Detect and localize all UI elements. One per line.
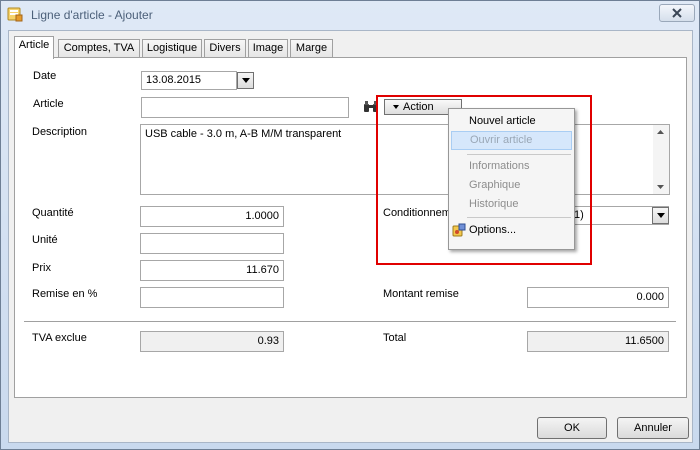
tva-exclue-field: 0.93 — [140, 331, 284, 352]
menu-item-options[interactable]: Options... — [451, 221, 572, 240]
annuler-button[interactable]: Annuler — [617, 417, 689, 439]
title-bar: Ligne d'article - Ajouter — [1, 1, 699, 28]
action-context-menu: Nouvel article Ouvrir article Informatio… — [448, 108, 575, 250]
menu-separator — [467, 217, 571, 218]
menu-item-label: Options... — [469, 224, 517, 236]
quantite-label: Quantité — [32, 207, 74, 219]
menu-item-informations: Informations — [451, 157, 572, 176]
menu-item-nouvel-article[interactable]: Nouvel article — [451, 112, 572, 131]
menu-item-label: Nouvel article — [469, 115, 536, 127]
remise-field[interactable] — [140, 287, 284, 308]
dialog-window: Ligne d'article - Ajouter Article Compte… — [0, 0, 700, 450]
options-icon — [452, 223, 466, 237]
binoculars-search-icon[interactable] — [363, 100, 379, 114]
menu-item-graphique: Graphique — [451, 176, 572, 195]
unite-field[interactable] — [140, 233, 284, 254]
action-button-label: Action — [403, 101, 434, 113]
menu-item-historique: Historique — [451, 195, 572, 214]
tab-comptes-tva[interactable]: Comptes, TVA — [58, 39, 140, 58]
tab-image[interactable]: Image — [248, 39, 288, 58]
total-field: 11.6500 — [527, 331, 669, 352]
conditionnement-dropdown-button[interactable] — [652, 207, 669, 224]
unite-label: Unité — [32, 234, 58, 246]
chevron-down-icon — [656, 213, 665, 218]
description-label: Description — [32, 126, 88, 138]
ok-button[interactable]: OK — [537, 417, 607, 439]
dropdown-arrow-icon — [393, 105, 399, 109]
article-label: Article — [33, 98, 64, 110]
date-label: Date — [33, 70, 57, 82]
total-label: Total — [383, 332, 407, 344]
description-scrollbar[interactable] — [653, 125, 669, 194]
menu-item-label: Ouvrir article — [470, 134, 533, 146]
menu-item-label: Graphique — [469, 179, 521, 191]
date-field[interactable]: 13.08.2015 — [141, 71, 237, 90]
scroll-down-icon[interactable] — [657, 185, 664, 189]
close-button[interactable] — [659, 4, 695, 22]
description-text: USB cable - 3.0 m, A-B M/M transparent — [145, 128, 342, 140]
scroll-up-icon[interactable] — [657, 130, 664, 134]
montant-remise-label: Montant remise — [383, 288, 459, 300]
montant-remise-field[interactable]: 0.000 — [527, 287, 669, 308]
close-icon — [672, 8, 682, 18]
dialog-client-area: Article Comptes, TVA Logistique Divers I… — [8, 30, 693, 443]
tab-logistique[interactable]: Logistique — [142, 39, 202, 58]
conditionnement-value: 1) — [574, 209, 584, 221]
app-icon — [7, 7, 23, 22]
prix-field[interactable]: 11.670 — [140, 260, 284, 281]
description-textarea[interactable]: USB cable - 3.0 m, A-B M/M transparent — [140, 124, 670, 195]
quantite-field[interactable]: 1.0000 — [140, 206, 284, 227]
chevron-down-icon — [241, 78, 250, 83]
remise-label: Remise en % — [32, 288, 98, 300]
menu-item-label: Historique — [469, 198, 519, 210]
tab-divers[interactable]: Divers — [204, 39, 246, 58]
window-title: Ligne d'article - Ajouter — [31, 8, 153, 22]
menu-item-label: Informations — [469, 160, 530, 172]
tva-exclue-label: TVA exclue — [32, 332, 87, 344]
conditionnement-label: Conditionnem — [383, 207, 451, 219]
prix-label: Prix — [32, 262, 51, 274]
menu-separator — [467, 154, 571, 155]
tab-article[interactable]: Article — [14, 36, 54, 59]
form-separator — [24, 321, 676, 322]
date-dropdown-button[interactable] — [237, 72, 254, 89]
article-field[interactable] — [141, 97, 349, 118]
menu-item-ouvrir-article: Ouvrir article — [451, 131, 572, 150]
tab-marge[interactable]: Marge — [290, 39, 333, 58]
